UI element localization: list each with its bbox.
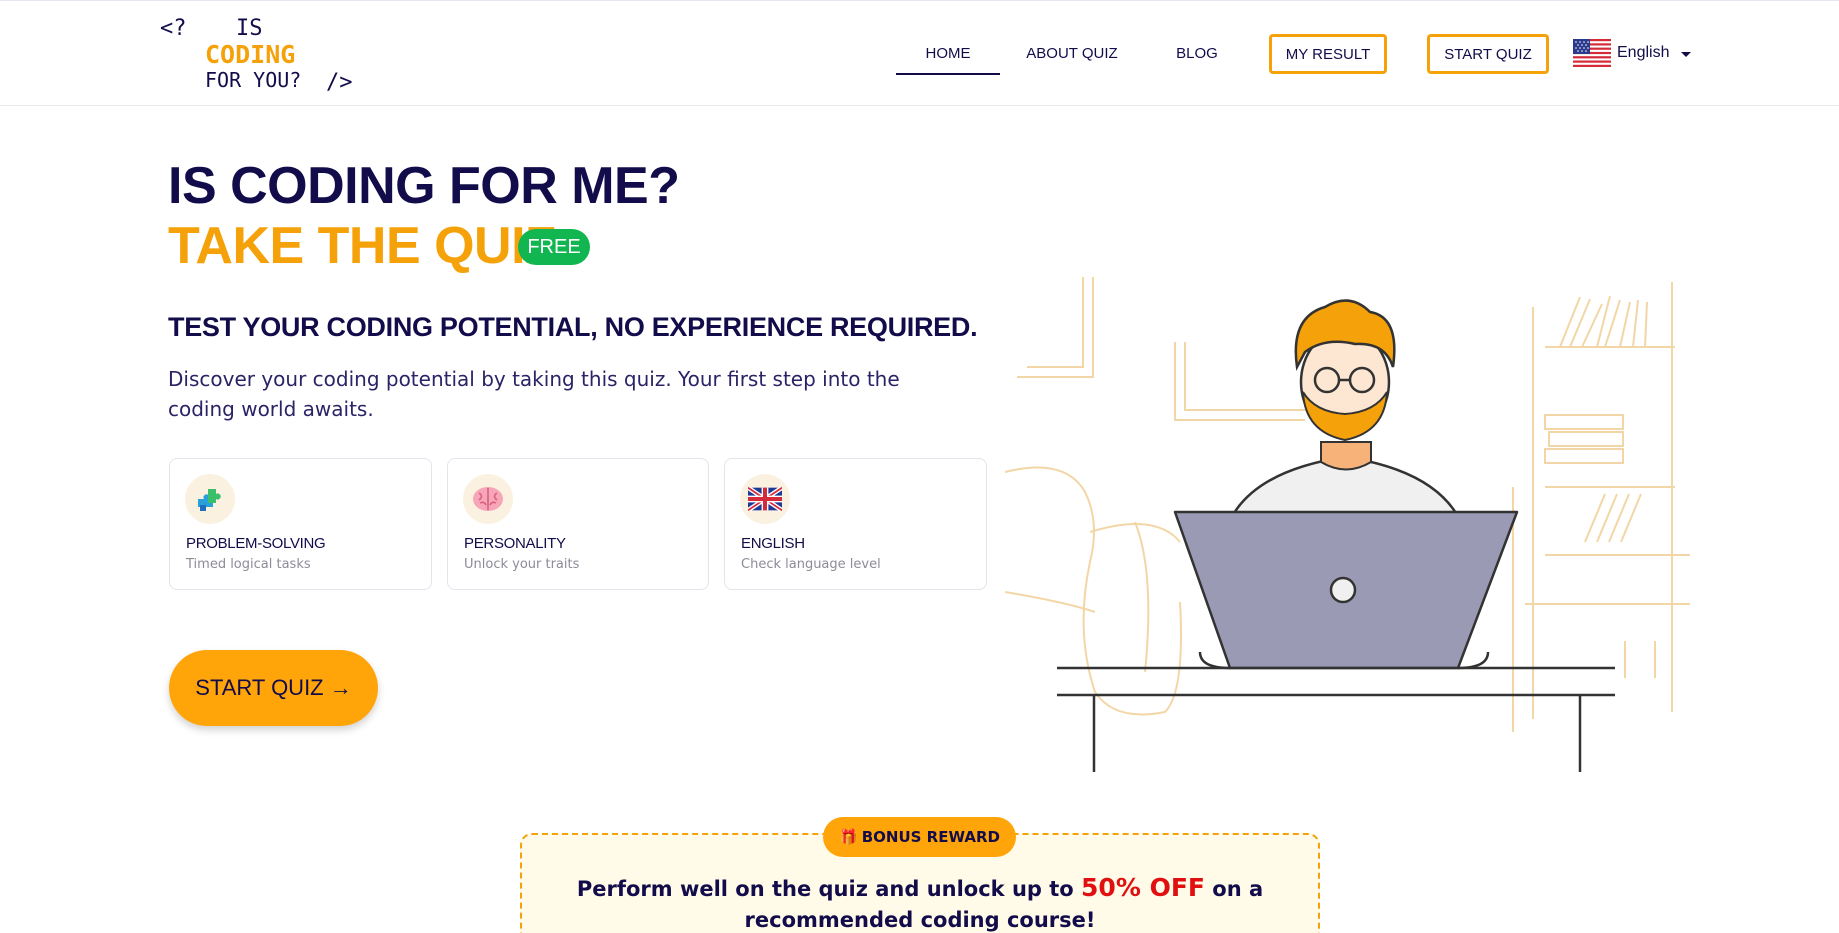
my-result-button[interactable]: MY RESULT <box>1269 34 1387 74</box>
feature-card-english: ENGLISH Check language level <box>724 458 987 590</box>
nav-about-link[interactable]: ABOUT QUIZ <box>1018 45 1126 62</box>
feature-subtitle: Check language level <box>741 557 881 572</box>
feature-title: PERSONALITY <box>464 535 566 552</box>
logo-close-tag: /> <box>326 70 353 95</box>
uk-flag-icon <box>740 474 790 524</box>
feature-title: PROBLEM-SOLVING <box>186 535 326 552</box>
feature-title: ENGLISH <box>741 535 805 552</box>
logo-word-coding: CODING <box>205 40 296 69</box>
bonus-text-before: Perform well on the quiz and unlock up t… <box>576 877 1082 901</box>
logo-open-tag: <? <box>160 16 187 41</box>
feature-subtitle: Unlock your traits <box>464 557 580 572</box>
bonus-text: Perform well on the quiz and unlock up t… <box>520 872 1320 933</box>
bonus-badge-label: BONUS REWARD <box>861 828 1000 846</box>
header-start-quiz-button[interactable]: START QUIZ <box>1427 34 1549 74</box>
puzzle-icon <box>185 474 235 524</box>
logo-word-is: IS <box>236 16 263 41</box>
feature-subtitle: Timed logical tasks <box>186 557 311 572</box>
site-header: <? IS CODING FOR YOU? /> HOME ABOUT QUIZ… <box>0 0 1839 106</box>
language-label: English <box>1617 44 1670 61</box>
gift-icon: 🎁 <box>839 828 858 846</box>
coder-illustration <box>1005 277 1690 772</box>
language-selector[interactable]: English <box>1573 39 1692 67</box>
hero-title: IS CODING FOR ME? <box>168 157 680 215</box>
free-badge: FREE <box>518 229 590 265</box>
hero-subtitle: TAKE THE QUIZ <box>168 217 557 275</box>
logo[interactable]: <? IS CODING FOR YOU? /> <box>160 15 360 95</box>
bonus-badge: 🎁 BONUS REWARD <box>823 817 1016 857</box>
bonus-highlight: 50% OFF <box>1081 873 1205 902</box>
feature-card-problem-solving: PROBLEM-SOLVING Timed logical tasks <box>169 458 432 590</box>
brain-icon <box>463 474 513 524</box>
start-quiz-button[interactable]: START QUIZ → <box>169 650 378 726</box>
logo-word-for-you: FOR YOU? <box>205 68 302 92</box>
hero-tagline: TEST YOUR CODING POTENTIAL, NO EXPERIENC… <box>168 312 978 342</box>
nav-home-link[interactable]: HOME <box>896 45 1000 75</box>
feature-card-personality: PERSONALITY Unlock your traits <box>447 458 709 590</box>
nav-blog-link[interactable]: BLOG <box>1168 45 1226 62</box>
hero-description: Discover your coding potential by taking… <box>168 367 900 421</box>
us-flag-icon <box>1573 39 1611 67</box>
chevron-down-icon <box>1681 52 1692 57</box>
